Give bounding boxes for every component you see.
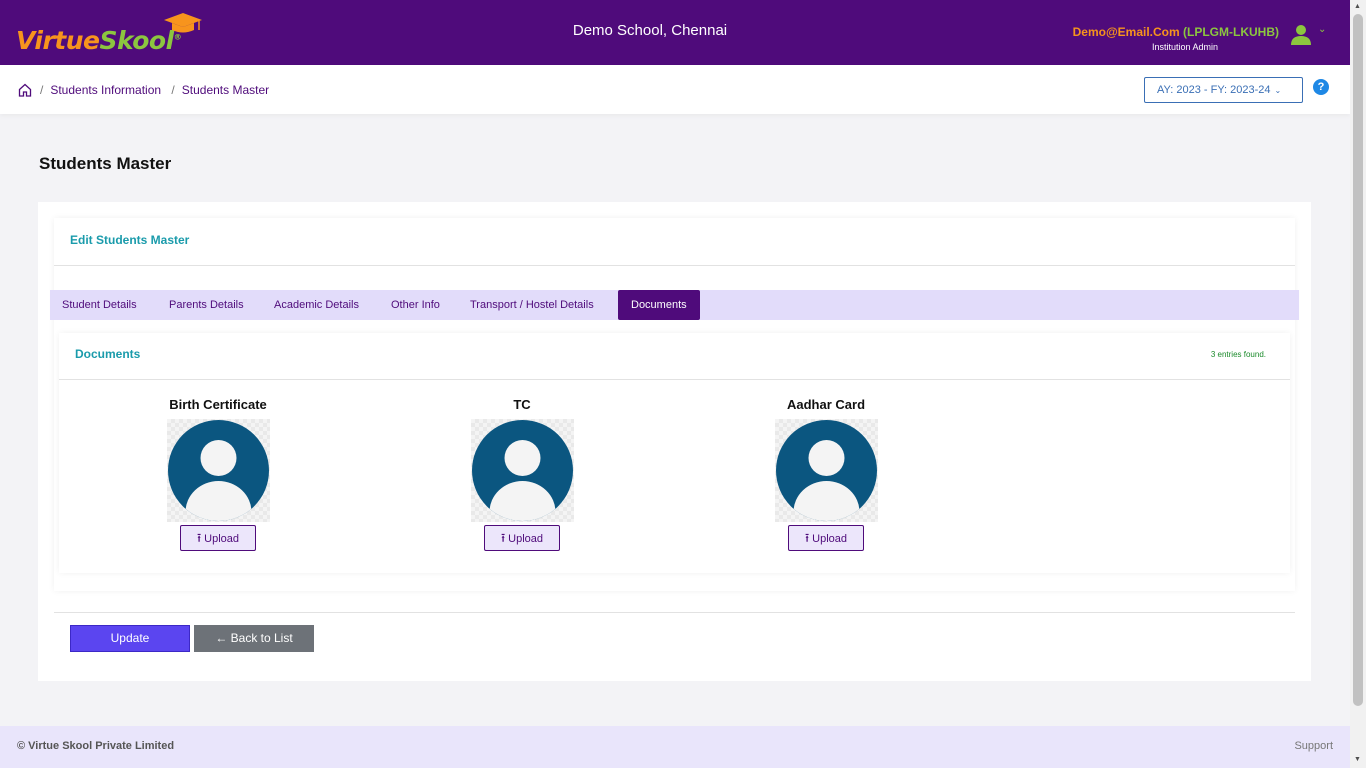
top-header: VirtueSkool® Demo School, Chennai Demo@E… (0, 0, 1350, 65)
vertical-scrollbar[interactable]: ▲ ▼ (1350, 0, 1366, 768)
breadcrumb-students-master: Students Master (181, 83, 270, 97)
user-placeholder-icon (167, 420, 269, 521)
upload-icon: ⭱ (196, 531, 202, 545)
breadcrumb: / Students Information / Students Master (37, 83, 269, 97)
breadcrumb-separator: / (171, 83, 175, 97)
tab-transport-hostel-details[interactable]: Transport / Hostel Details (470, 290, 594, 320)
help-icon[interactable]: ? (1313, 79, 1329, 95)
footer: © Virtue Skool Private Limited Support (0, 726, 1350, 768)
support-link[interactable]: Support (1294, 740, 1333, 752)
academic-year-select[interactable]: AY: 2023 - FY: 2023-24 ⌄ (1144, 77, 1303, 103)
form-tabs: Student Details Parents Details Academic… (50, 290, 1299, 320)
upload-button[interactable]: ⭱ Upload (484, 525, 560, 551)
document-card: Aadhar Card ⭱ Upload (746, 397, 906, 551)
tab-academic-details[interactable]: Academic Details (274, 290, 359, 320)
divider (54, 612, 1295, 613)
back-circle-icon: ← (215, 631, 228, 645)
upload-label: Upload (508, 533, 544, 545)
document-preview (774, 419, 878, 522)
document-card: Birth Certificate ⭱ Upload (138, 397, 298, 551)
update-button[interactable]: Update (70, 625, 190, 652)
divider (54, 265, 1295, 266)
entries-count: 3 entries found. (1210, 350, 1266, 359)
user-icon[interactable] (1289, 22, 1313, 46)
document-card: TC ⭱ Upload (442, 397, 602, 551)
user-placeholder-icon (471, 420, 573, 521)
upload-button[interactable]: ⭱ Upload (788, 525, 864, 551)
document-preview (470, 419, 574, 522)
divider (59, 379, 1290, 380)
copyright: © Virtue Skool Private Limited (17, 740, 175, 752)
tab-parents-details[interactable]: Parents Details (169, 290, 244, 320)
tab-other-info[interactable]: Other Info (391, 290, 440, 320)
scroll-down-arrow[interactable]: ▼ (1354, 756, 1361, 763)
academic-year-value: AY: 2023 - FY: 2023-24 (1157, 84, 1271, 96)
user-role: Institution Admin (1151, 42, 1218, 52)
documents-title: Documents (75, 347, 141, 361)
form-title: Edit Students Master (70, 233, 190, 247)
document-preview (166, 419, 270, 522)
upload-label: Upload (812, 533, 848, 545)
chevron-down-icon[interactable]: ⌄ (1318, 24, 1326, 35)
user-email[interactable]: Demo@Email.Com (LPLGM-LKUHB) (1073, 25, 1279, 39)
scroll-thumb[interactable] (1353, 14, 1363, 706)
upload-button[interactable]: ⭱ Upload (180, 525, 256, 551)
chevron-down-icon: ⌄ (1274, 86, 1282, 95)
scroll-up-arrow[interactable]: ▲ (1354, 3, 1361, 10)
back-to-list-button[interactable]: ← Back to List (194, 625, 314, 652)
home-icon[interactable] (18, 83, 32, 97)
tab-documents[interactable]: Documents (618, 290, 700, 320)
upload-label: Upload (204, 533, 240, 545)
documents-panel: Documents 3 entries found. Birth Certifi… (59, 333, 1290, 573)
upload-icon: ⭱ (804, 531, 810, 545)
breadcrumb-students-information[interactable]: Students Information (50, 83, 161, 97)
document-name: TC (513, 397, 531, 412)
user-email-text: Demo@Email.Com (1072, 25, 1180, 39)
breadcrumb-separator: / (40, 83, 44, 97)
main-card: Edit Students Master Student Details Par… (38, 202, 1311, 681)
page-title: Students Master (39, 154, 172, 173)
user-code: (LPLGM-LKUHB) (1183, 25, 1279, 39)
user-placeholder-icon (775, 420, 877, 521)
breadcrumb-bar: / Students Information / Students Master A… (0, 65, 1350, 114)
document-name: Birth Certificate (169, 397, 267, 412)
back-to-list-label: Back to List (230, 631, 293, 645)
tab-student-details[interactable]: Student Details (62, 290, 137, 320)
upload-icon: ⭱ (500, 531, 506, 545)
document-name: Aadhar Card (786, 397, 866, 412)
